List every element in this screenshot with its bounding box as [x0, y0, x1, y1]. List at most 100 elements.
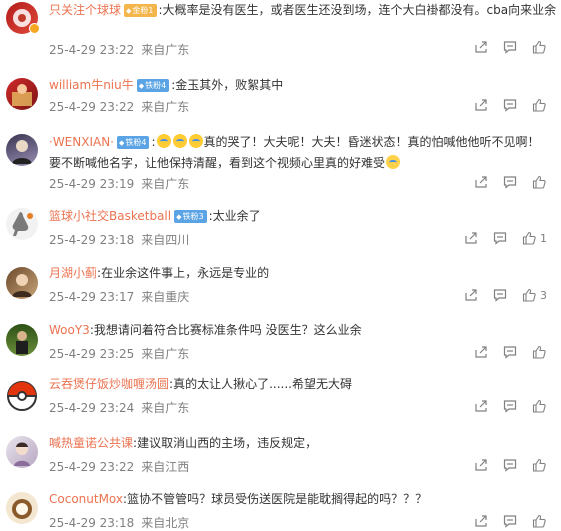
crying-emoji-icon — [156, 134, 171, 148]
share-icon[interactable] — [474, 98, 490, 114]
comment-body: 云吞煲仔饭炒咖喱汤圆:真的太让人揪心了......希望无大碍 — [49, 377, 352, 391]
comment-username[interactable]: WooY3 — [49, 323, 90, 337]
avatar[interactable] — [6, 267, 38, 299]
comment-username[interactable]: 篮球小社交Basketball — [49, 209, 171, 223]
comment-text: 金玉其外，败絮其中 — [175, 78, 284, 92]
comment-date: 25-4-29 23:19 — [49, 177, 135, 191]
comment-item: WooY3:我想请问着符合比赛标准条件吗 没医生？这么业余 25-4-29 23… — [0, 314, 561, 370]
comment-icon[interactable] — [503, 175, 519, 191]
comment-source: 来自广东 — [141, 347, 190, 361]
comment-item: 篮球小社交Basketball ◆铁粉3:太业余了 25-4-29 23:18 来自… — [0, 198, 561, 258]
comment-source: 来自广东 — [141, 401, 190, 415]
comment-username[interactable]: ·WENXIAN· — [49, 135, 114, 149]
comment-meta: 25-4-29 23:19 来自广东 — [49, 175, 189, 192]
like-count: 3 — [540, 289, 547, 302]
comment-body: 月湖小蓟:在业余这件事上，永远是专业的 — [49, 266, 270, 280]
like-icon[interactable] — [532, 40, 548, 56]
comment-meta: 25-4-29 23:17 来自重庆 — [49, 288, 189, 305]
comment-text: 真的太让人揪心了......希望无大碍 — [173, 377, 352, 391]
crying-emoji-icon — [188, 134, 203, 148]
comment-source: 来自江西 — [141, 460, 190, 474]
comment-icon[interactable] — [503, 98, 519, 114]
avatar[interactable] — [6, 324, 38, 356]
comment-item: 月湖小蓟:在业余这件事上，永远是专业的 25-4-29 23:17 来自重庆 3 — [0, 258, 561, 314]
like-icon[interactable] — [532, 98, 548, 114]
comment-actions — [474, 514, 549, 530]
comment-username[interactable]: 云吞煲仔饭炒咖喱汤圆 — [49, 377, 169, 391]
comment-date: 25-4-29 23:24 — [49, 401, 135, 415]
comment-body: 篮球小社交Basketball ◆铁粉3:太业余了 — [49, 209, 261, 223]
avatar[interactable] — [6, 78, 38, 110]
comment-text: 太业余了 — [212, 209, 261, 223]
comment-icon[interactable] — [493, 231, 509, 247]
comment-meta: 25-4-29 23:22 来自广东 — [49, 98, 189, 115]
comment-date: 25-4-29 23:18 — [49, 516, 135, 530]
comment-icon[interactable] — [503, 40, 519, 56]
comment-body: CoconutMox:篮协不管管吗？球员受伤送医院是能耽搁得起的吗？？？ — [49, 492, 428, 506]
comment-source: 来自四川 — [141, 233, 190, 247]
share-icon[interactable] — [474, 514, 490, 530]
fan-badge: ◆金粉1 — [124, 4, 157, 17]
comment-username[interactable]: 月湖小蓟 — [49, 266, 97, 280]
diamond-icon: ◆ — [176, 213, 182, 221]
comment-actions — [474, 98, 549, 114]
comment-username[interactable]: 喊热童诺公共课 — [49, 436, 133, 450]
like-icon[interactable] — [532, 399, 548, 415]
avatar[interactable] — [6, 134, 38, 166]
like-icon[interactable] — [532, 458, 548, 474]
comment-item: william牛niu牛 ◆铁粉4:金玉其外，败絮其中 25-4-29 23:22… — [0, 66, 561, 128]
comment-username[interactable]: CoconutMox — [49, 492, 123, 506]
comment-item: 只关注个球球 ◆金粉1:大概率是没有医生，或者医生还没到场，连个大白褂都没有。cb… — [0, 0, 561, 66]
comment-actions — [474, 40, 549, 56]
comment-icon[interactable] — [493, 288, 509, 304]
share-icon[interactable] — [464, 231, 480, 247]
comment-date: 25-4-29 23:17 — [49, 290, 135, 304]
share-icon[interactable] — [464, 288, 480, 304]
crying-emoji-icon — [172, 134, 187, 148]
avatar[interactable] — [6, 436, 38, 468]
fan-badge-label: 铁粉4 — [125, 138, 147, 147]
diamond-icon: ◆ — [138, 82, 145, 90]
comment-username[interactable]: 只关注个球球 — [49, 3, 121, 17]
like-icon[interactable] — [522, 288, 538, 304]
comment-source: 来自广东 — [141, 177, 190, 191]
comment-icon[interactable] — [503, 458, 519, 474]
diamond-icon: ◆ — [126, 7, 132, 15]
fan-badge: ◆铁粉4 — [117, 136, 150, 149]
comment-text: 篮协不管管吗？球员受伤送医院是能耽搁得起的吗？？？ — [127, 492, 428, 506]
comment-text: 大概率是没有医生，或者医生还没到场，连个大白褂都没有。cba向来业余 — [162, 3, 557, 17]
comment-item: 喊热童诺公共课:建议取消山西的主场，违反规定， 25-4-29 23:22 来自江… — [0, 428, 561, 484]
like-count: 1 — [540, 232, 547, 245]
comment-actions — [474, 175, 549, 191]
avatar[interactable] — [6, 492, 38, 524]
share-icon[interactable] — [474, 345, 490, 361]
like-icon[interactable] — [532, 514, 548, 530]
comment-source: 来自广东 — [141, 43, 190, 57]
comment-date: 25-4-29 23:22 — [49, 43, 135, 57]
avatar[interactable] — [6, 380, 38, 412]
avatar[interactable] — [6, 208, 38, 240]
comment-date: 25-4-29 23:22 — [49, 100, 135, 114]
comment-body: WooY3:我想请问着符合比赛标准条件吗 没医生？这么业余 — [49, 323, 362, 337]
share-icon[interactable] — [474, 458, 490, 474]
share-icon[interactable] — [474, 175, 490, 191]
like-icon[interactable] — [532, 345, 548, 361]
comment-actions — [474, 399, 549, 415]
fan-badge: ◆铁粉4 — [136, 79, 170, 92]
comment-text: 在业余这件事上，永远是专业的 — [101, 266, 270, 280]
comment-icon[interactable] — [503, 514, 519, 530]
comment-actions — [474, 345, 549, 361]
comment-username[interactable]: william牛niu牛 — [49, 78, 134, 92]
comment-icon[interactable] — [503, 345, 519, 361]
comment-date: 25-4-29 23:25 — [49, 347, 135, 361]
fan-badge: ◆铁粉3 — [174, 210, 207, 223]
fan-badge-label: 金粉1 — [132, 6, 154, 15]
comment-date: 25-4-29 23:18 — [49, 233, 135, 247]
like-icon[interactable] — [532, 175, 548, 191]
share-icon[interactable] — [474, 40, 490, 56]
comment-meta: 25-4-29 23:18 来自四川 — [49, 231, 189, 248]
comment-icon[interactable] — [503, 399, 519, 415]
share-icon[interactable] — [474, 399, 490, 415]
like-icon[interactable] — [522, 231, 538, 247]
comment-source: 来自重庆 — [141, 290, 190, 304]
